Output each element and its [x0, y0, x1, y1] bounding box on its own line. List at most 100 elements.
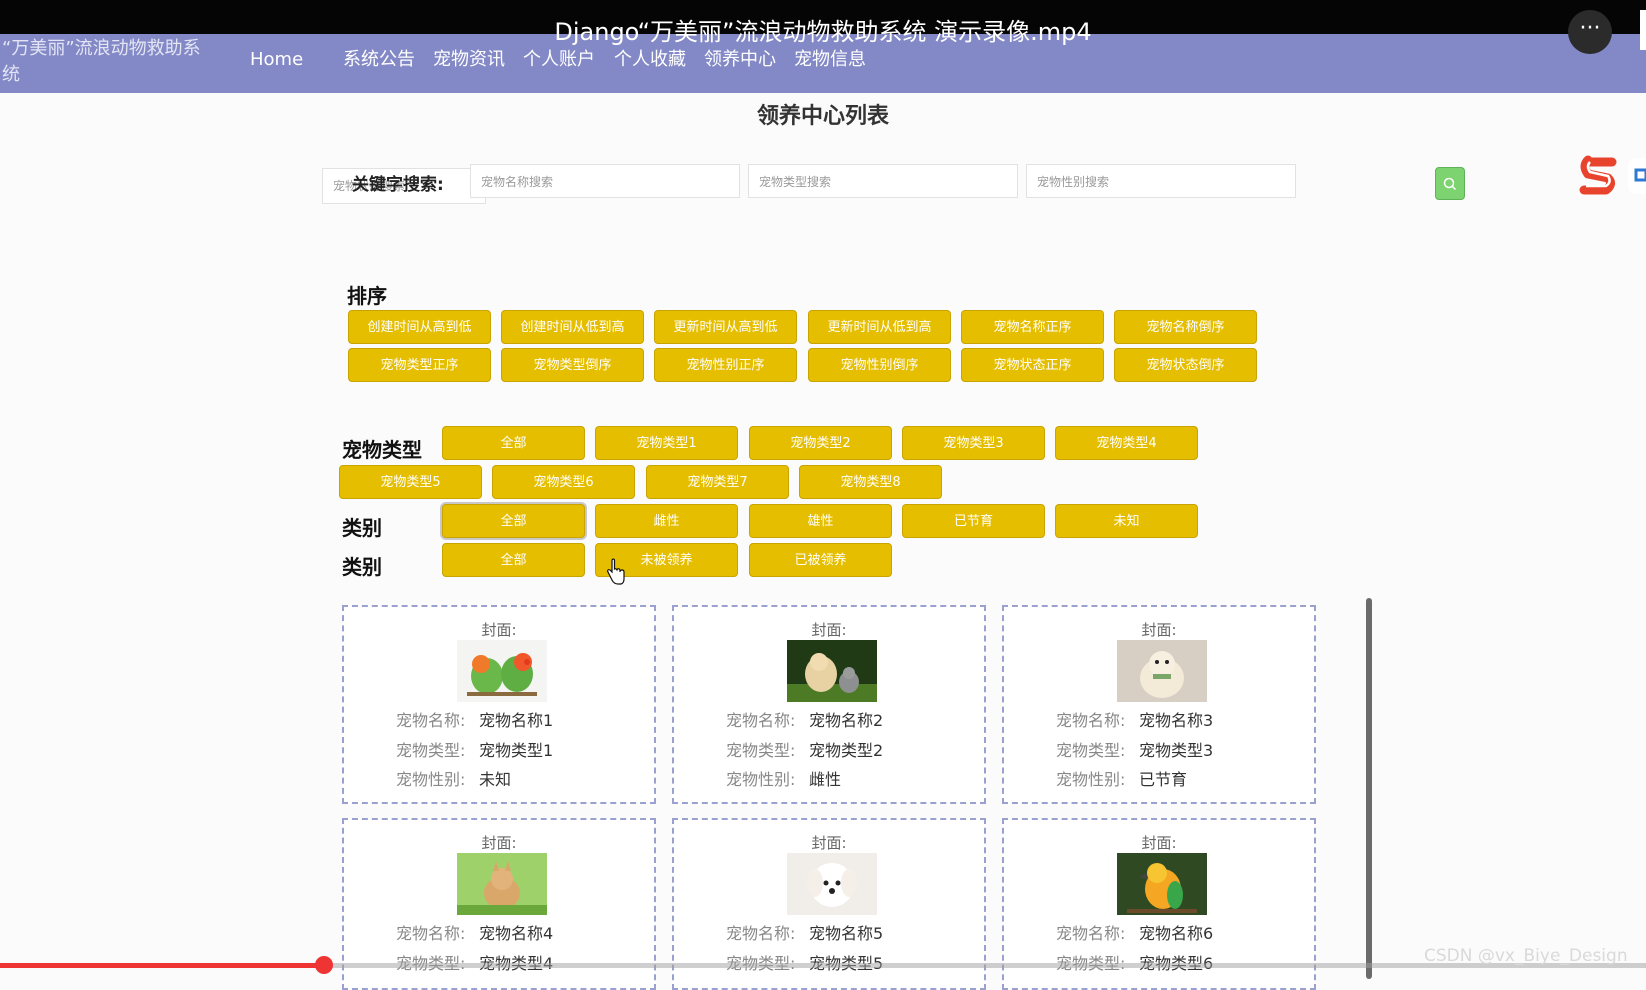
puppy-kitten-photo: [787, 640, 877, 702]
pet-cover-image[interactable]: [1117, 853, 1207, 915]
ime-chinese-icon: [1634, 168, 1646, 182]
sort-gender-desc-button[interactable]: 宠物性别倒序: [808, 348, 951, 382]
type-search-input[interactable]: 宠物类型搜索: [748, 164, 1018, 198]
white-puppy-photo: [787, 853, 877, 915]
sort-label: 排序: [347, 284, 387, 308]
pet-cover-image[interactable]: [457, 853, 547, 915]
kitten-grass-photo: [457, 853, 547, 915]
pet-name-value: 宠物名称2: [809, 711, 884, 730]
type-filter-1[interactable]: 宠物类型1: [595, 426, 738, 460]
nav-announcements[interactable]: 系统公告: [343, 48, 415, 72]
pet-name-value: 宠物名称5: [809, 924, 884, 943]
sort-name-asc-button[interactable]: 宠物名称正序: [961, 310, 1104, 344]
cover-label: 封面:: [811, 621, 847, 639]
video-title: Django“万美丽”流浪动物救助系统 演示录像.mp4: [554, 18, 1092, 46]
name-search-input[interactable]: 宠物名称搜索: [470, 164, 740, 198]
pet-type-value: 宠物类型1: [479, 741, 554, 760]
pet-cover-image[interactable]: [457, 640, 547, 702]
gender-filter-unknown[interactable]: 未知: [1055, 504, 1198, 538]
parrot-photo: [1117, 853, 1207, 915]
video-progress-handle[interactable]: [315, 956, 333, 974]
nav-favorites[interactable]: 个人收藏: [614, 48, 686, 72]
sort-created-desc-button[interactable]: 创建时间从高到低: [348, 310, 491, 344]
gender-filter-neutered[interactable]: 已节育: [902, 504, 1045, 538]
pet-name-label: 宠物名称:: [396, 924, 466, 943]
pet-name-value: 宠物名称4: [479, 924, 554, 943]
pet-type-label: 宠物类型:: [396, 741, 466, 760]
type-filter-all[interactable]: 全部: [442, 426, 585, 460]
pet-type-label: 宠物类型:: [1056, 950, 1125, 974]
pet-type-value: 宠物类型5: [809, 950, 883, 974]
pet-cover-image[interactable]: [787, 853, 877, 915]
pet-name-label: 宠物名称:: [1056, 924, 1126, 943]
pet-type-value: 宠物类型2: [809, 741, 884, 760]
pet-gender-value: 未知: [479, 770, 512, 789]
status-filter-all[interactable]: 全部: [442, 543, 585, 577]
pet-card[interactable]: 封面: 宠物名称: 宠物名称2 宠物类型: 宠物类型2 宠物性别: 雌性: [672, 605, 986, 804]
search-label: 关键字搜索:: [352, 175, 444, 195]
type-filter-4[interactable]: 宠物类型4: [1055, 426, 1198, 460]
pet-name-value: 宠物名称1: [479, 711, 554, 730]
gender-filter-male[interactable]: 雄性: [749, 504, 892, 538]
sort-type-asc-button[interactable]: 宠物类型正序: [348, 348, 491, 382]
page-scrollbar[interactable]: [1366, 598, 1372, 979]
watermark: CSDN @vx_Biye_Design: [1424, 946, 1628, 966]
pet-card[interactable]: 封面: 宠物名称: 宠物名称1 宠物类型: 宠物类型1 宠物性别: 未知: [342, 605, 656, 804]
pet-name-label: 宠物名称:: [726, 924, 796, 943]
type-filter-3[interactable]: 宠物类型3: [902, 426, 1045, 460]
sort-updated-desc-button[interactable]: 更新时间从高到低: [654, 310, 797, 344]
status-filter-label: 类别: [342, 555, 382, 579]
ime-panel-edge[interactable]: [1628, 158, 1646, 194]
gender-filter-female[interactable]: 雌性: [595, 504, 738, 538]
type-filter-5[interactable]: 宠物类型5: [339, 465, 482, 499]
edge-panel: [1640, 10, 1646, 50]
more-options-button[interactable]: ···: [1568, 10, 1612, 54]
type-filter-2[interactable]: 宠物类型2: [749, 426, 892, 460]
pet-type-label: 宠物类型:: [726, 950, 795, 974]
nav-adoption-center[interactable]: 领养中心: [704, 48, 776, 72]
pet-name-label: 宠物名称:: [726, 711, 796, 730]
nav-account[interactable]: 个人账户: [523, 48, 595, 72]
sort-type-desc-button[interactable]: 宠物类型倒序: [501, 348, 644, 382]
page-title: 领养中心列表: [756, 104, 889, 129]
nav-home[interactable]: Home: [250, 48, 303, 72]
pet-name-value: 宠物名称6: [1139, 924, 1214, 943]
pet-type-value: 宠物类型3: [1139, 741, 1214, 760]
pet-cover-image[interactable]: [1117, 640, 1207, 702]
sogou-input-icon[interactable]: [1578, 154, 1626, 198]
search-button[interactable]: [1435, 167, 1465, 200]
gender-filter-all[interactable]: 全部: [442, 504, 585, 538]
sort-name-desc-button[interactable]: 宠物名称倒序: [1114, 310, 1257, 344]
pet-gender-label: 宠物性别:: [726, 770, 796, 789]
pet-name-label: 宠物名称:: [1056, 711, 1126, 730]
sort-status-asc-button[interactable]: 宠物状态正序: [961, 348, 1104, 382]
pet-name-label: 宠物名称:: [396, 711, 466, 730]
pet-type-value: 宠物类型6: [1139, 950, 1213, 974]
sort-updated-asc-button[interactable]: 更新时间从低到高: [808, 310, 951, 344]
type-filter-7[interactable]: 宠物类型7: [646, 465, 789, 499]
cover-label: 封面:: [811, 834, 847, 852]
pet-cover-image[interactable]: [787, 640, 877, 702]
gender-search-input[interactable]: 宠物性别搜索: [1026, 164, 1296, 198]
pet-gender-label: 宠物性别:: [396, 770, 466, 789]
hand-cursor-icon: [606, 558, 625, 585]
type-filter-6[interactable]: 宠物类型6: [492, 465, 635, 499]
lovebirds-photo: [457, 640, 547, 702]
sort-gender-asc-button[interactable]: 宠物性别正序: [654, 348, 797, 382]
sort-created-asc-button[interactable]: 创建时间从低到高: [501, 310, 644, 344]
video-progress-fill: [0, 963, 324, 968]
nav-pet-news[interactable]: 宠物资讯: [433, 48, 505, 72]
pet-type-label: 宠物类型:: [396, 950, 465, 974]
sogou-logo-icon: [1579, 155, 1617, 195]
nav-pet-info[interactable]: 宠物信息: [794, 48, 866, 72]
cover-label: 封面:: [1141, 621, 1177, 639]
pet-gender-value: 雌性: [809, 770, 842, 789]
pet-type-filter-label: 宠物类型: [342, 438, 422, 462]
pet-card[interactable]: 封面: 宠物名称: 宠物名称3 宠物类型: 宠物类型3 宠物性别: 已节育: [1002, 605, 1316, 804]
status-filter-adopted[interactable]: 已被领养: [749, 543, 892, 577]
type-filter-8[interactable]: 宠物类型8: [799, 465, 942, 499]
search-icon: [1443, 177, 1457, 191]
sort-status-desc-button[interactable]: 宠物状态倒序: [1114, 348, 1257, 382]
pet-type-label: 宠物类型:: [1056, 741, 1126, 760]
gender-filter-label: 类别: [342, 516, 382, 540]
